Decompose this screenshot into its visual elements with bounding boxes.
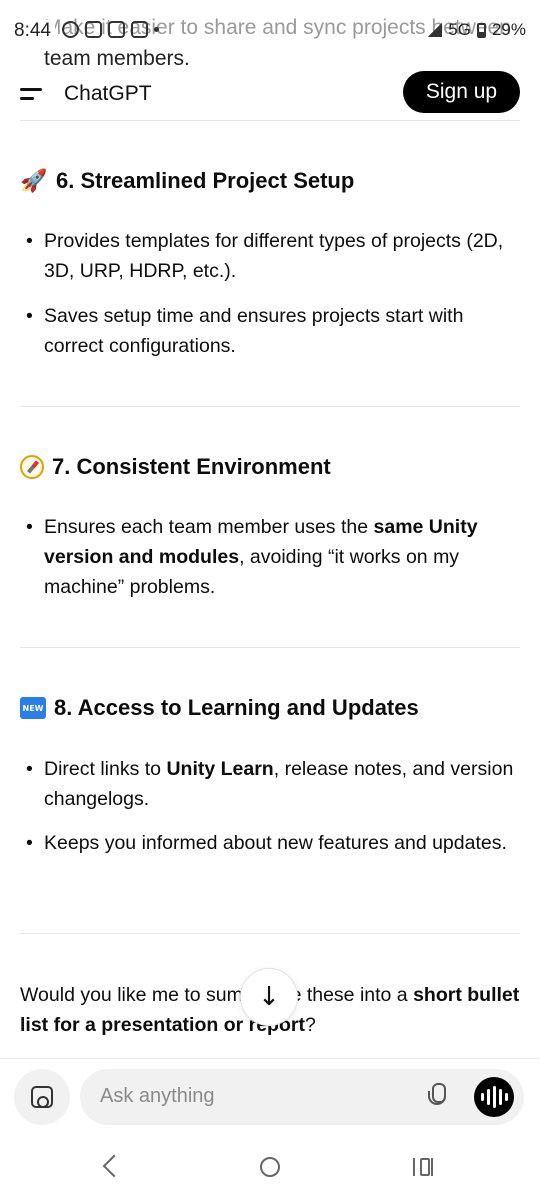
system-nav-bar <box>0 1140 540 1199</box>
list-item-text: Keeps you informed about new features an… <box>44 832 507 854</box>
list-item-bold: Unity Learn <box>166 758 274 780</box>
section-divider <box>20 647 520 648</box>
list-item: Saves setup time and ensures projects st… <box>26 301 514 361</box>
new-badge-icon: NEW <box>20 697 46 719</box>
microphone-icon[interactable] <box>426 1083 448 1111</box>
list-item: Direct links to Unity Learn, release not… <box>26 754 514 814</box>
instagram-icon <box>85 21 102 38</box>
compass-icon <box>20 455 44 479</box>
back-icon[interactable] <box>102 1154 126 1178</box>
header-divider <box>20 120 520 121</box>
message-input[interactable]: Ask anything <box>80 1069 524 1125</box>
composer-divider <box>0 1058 540 1059</box>
menu-icon[interactable] <box>20 84 44 104</box>
input-placeholder: Ask anything <box>100 1085 215 1107</box>
app-title: ChatGPT <box>64 82 152 105</box>
list-item-text: Provides templates for different types o… <box>44 230 504 282</box>
closing-text: Would you like me to summarize these int… <box>20 984 414 1006</box>
section-title: 8. Access to Learning and Updates <box>54 695 419 720</box>
attach-button[interactable] <box>14 1069 70 1125</box>
voice-mode-button[interactable] <box>474 1077 514 1117</box>
list-item-text: Ensures each team member uses the <box>44 516 374 538</box>
image-attach-icon <box>31 1086 53 1108</box>
status-bar: Make it easier to share and sync project… <box>0 0 540 70</box>
battery-level: 29% <box>491 20 526 39</box>
battery-icon <box>476 22 486 38</box>
status-time: 8:44 <box>14 20 55 42</box>
list-item: Provides templates for different types o… <box>26 226 514 286</box>
list-item-text: Saves setup time and ensures projects st… <box>44 305 464 357</box>
more-notifications-icon <box>154 27 159 32</box>
section-divider <box>20 933 520 934</box>
arrow-down-icon: ↓ <box>258 982 280 1012</box>
recent-apps-icon[interactable] <box>413 1158 433 1176</box>
section-title: 7. Consistent Environment <box>52 454 331 479</box>
overlay-text-line2: team members. <box>44 47 190 70</box>
app-header: ChatGPT Sign up <box>0 70 540 120</box>
section-heading: 🚀 6. Streamlined Project Setup <box>20 168 354 194</box>
home-icon[interactable] <box>260 1157 280 1177</box>
section-title: 6. Streamlined Project Setup <box>56 168 355 193</box>
gmail-icon-2 <box>131 21 148 38</box>
section-divider <box>20 406 520 407</box>
scroll-down-button[interactable]: ↓ <box>240 968 298 1026</box>
notification-icons <box>62 21 159 38</box>
rocket-icon: 🚀 <box>20 168 48 194</box>
section-heading: 7. Consistent Environment <box>20 454 331 480</box>
gmail-icon <box>108 21 125 38</box>
status-right: 5G 29% <box>428 20 526 40</box>
network-type: 5G <box>448 20 471 39</box>
list-item: Keeps you informed about new features an… <box>26 828 514 858</box>
section-heading: NEW 8. Access to Learning and Updates <box>20 695 419 721</box>
signal-icon <box>428 23 443 37</box>
signup-button[interactable]: Sign up <box>403 71 520 113</box>
list-item-text: Direct links to <box>44 758 167 780</box>
message-icon <box>62 21 79 38</box>
list-item: Ensures each team member uses the same U… <box>26 512 514 602</box>
closing-text: ? <box>304 1014 316 1036</box>
